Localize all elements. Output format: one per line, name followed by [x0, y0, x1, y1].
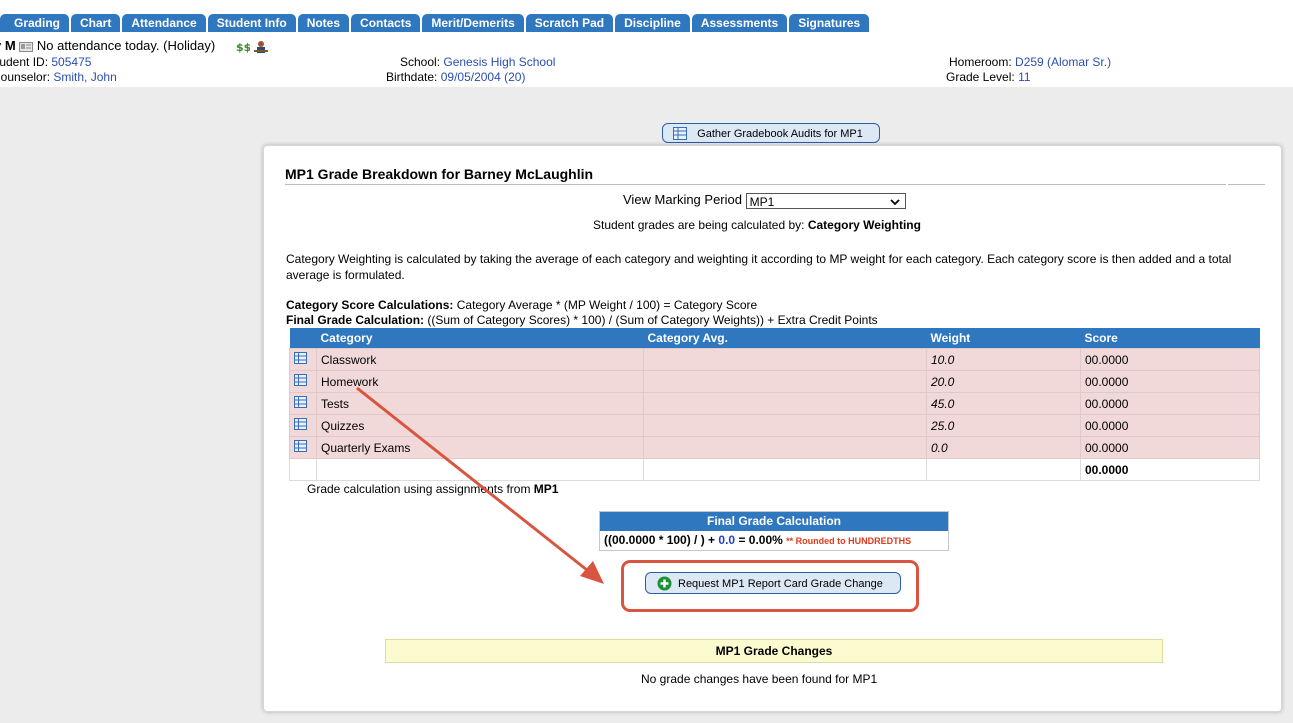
category-weight: 10.0 [926, 348, 1081, 371]
category-table: Category Category Avg. Weight Score Clas… [289, 328, 1260, 481]
school-value: Genesis High School [443, 55, 556, 69]
tab-strip: Grading Chart Attendance Student Info No… [0, 14, 871, 32]
attendance-line: y M No attendance today. (Holiday) $$ [0, 38, 269, 54]
chevron-down-icon [889, 198, 900, 205]
col-category-avg: Category Avg. [643, 328, 927, 349]
grade-level-line: Grade Level: 11 [946, 70, 1031, 84]
gather-audits-button[interactable]: Gather Gradebook Audits for MP1 [662, 123, 880, 143]
title-divider-tail [1228, 184, 1265, 185]
student-info-bar: y M No attendance today. (Holiday) $$ tu… [0, 32, 1293, 87]
category-avg [643, 348, 927, 371]
category-name: Classwork [316, 348, 644, 371]
tab-notes[interactable]: Notes [297, 14, 350, 32]
final-grade-calculation: Final Grade Calculation ((00.0000 * 100)… [599, 511, 949, 551]
tab-bar: Grading Chart Attendance Student Info No… [0, 0, 1293, 32]
category-weight: 0.0 [926, 436, 1081, 459]
category-score: 00.0000 [1080, 348, 1260, 371]
category-avg [643, 370, 927, 393]
calculation-method-value: Category Weighting [807, 218, 921, 232]
tab-student-info[interactable]: Student Info [207, 14, 296, 32]
final-grade-header: Final Grade Calculation [600, 512, 948, 531]
col-score: Score [1080, 328, 1260, 349]
grade-changes-empty: No grade changes have been found for MP1 [641, 672, 878, 686]
category-detail-icon[interactable] [289, 414, 317, 437]
category-detail-icon[interactable] [289, 370, 317, 393]
category-weight: 25.0 [926, 414, 1081, 437]
tab-discipline[interactable]: Discipline [615, 14, 690, 32]
tab-attendance[interactable]: Attendance [122, 14, 206, 32]
svg-text:$$: $$ [236, 41, 250, 53]
category-name: Quarterly Exams [316, 436, 644, 459]
page-title: MP1 Grade Breakdown for Barney McLaughli… [285, 166, 594, 182]
homeroom-line: Homeroom: D259 (Alomar Sr.) [949, 55, 1112, 69]
birthdate-line: Birthdate: 09/05/2004 (20) [386, 70, 526, 84]
student-id-line: tudent ID: 505475 [0, 55, 92, 69]
calculation-method: Student grades are being calculated by: … [593, 218, 921, 232]
tab-contacts[interactable]: Contacts [351, 14, 421, 32]
category-name: Tests [316, 392, 644, 415]
total-row: 00.0000 [289, 458, 1260, 481]
category-avg [643, 436, 927, 459]
final-grade-formula: Final Grade Calculation: ((Sum of Catego… [286, 313, 878, 327]
extra-credit-value: 0.0 [718, 533, 736, 547]
category-weight: 45.0 [926, 392, 1081, 415]
attendance-status: No attendance today. (Holiday) [36, 38, 216, 53]
teacher-icon[interactable] [254, 40, 269, 54]
request-grade-change-label: Request MP1 Report Card Grade Change [678, 578, 883, 590]
school-line: School: Genesis High School [400, 55, 556, 69]
tab-chart[interactable]: Chart [71, 14, 121, 32]
total-score: 00.0000 [1080, 458, 1260, 481]
request-grade-change-button[interactable]: Request MP1 Report Card Grade Change [645, 572, 901, 594]
title-divider [285, 184, 1226, 185]
category-score: 00.0000 [1080, 414, 1260, 437]
table-row: Homework 20.0 00.0000 [289, 370, 1260, 393]
category-detail-icon[interactable] [289, 436, 317, 459]
gradebook-icon [673, 127, 687, 140]
grade-level-value: 11 [1018, 70, 1031, 84]
marking-period-label: View Marking Period [623, 192, 742, 207]
counselor-value[interactable]: Smith, John [53, 70, 116, 84]
category-name: Homework [316, 370, 644, 393]
category-detail-icon[interactable] [289, 392, 317, 415]
col-weight: Weight [926, 328, 1081, 349]
assignments-source: Grade calculation using assignments from… [307, 482, 559, 496]
tab-merit-demerits[interactable]: Merit/Demerits [422, 14, 524, 32]
homeroom-value[interactable]: D259 (Alomar Sr.) [1015, 55, 1111, 69]
grade-changes-header: MP1 Grade Changes [385, 639, 1163, 663]
student-name: y M [0, 38, 16, 53]
money-icon[interactable]: $$ [236, 41, 250, 53]
category-score: 00.0000 [1080, 370, 1260, 393]
plus-circle-icon [657, 576, 672, 591]
category-score-formula: Category Score Calculations: Category Av… [286, 298, 758, 312]
tab-scratch-pad[interactable]: Scratch Pad [525, 14, 614, 32]
final-grade-result: = 0.00% [738, 533, 783, 547]
marking-period-select[interactable]: MP1 [745, 192, 906, 209]
tab-signatures[interactable]: Signatures [789, 14, 870, 32]
category-weight: 20.0 [926, 370, 1081, 393]
category-score: 00.0000 [1080, 392, 1260, 415]
gather-audits-label: Gather Gradebook Audits for MP1 [697, 128, 863, 140]
student-id-value: 505475 [51, 55, 92, 69]
category-avg [643, 414, 927, 437]
birthdate-value: 09/05/2004 (20) [440, 70, 526, 84]
counselor-line: Counselor: Smith, John [0, 70, 117, 84]
tab-assessments[interactable]: Assessments [691, 14, 788, 32]
weighting-description: Category Weighting is calculated by taki… [286, 252, 1232, 282]
col-category: Category [316, 328, 644, 349]
category-name: Quizzes [316, 414, 644, 437]
rounding-note: ** Rounded to HUNDREDTHS [786, 536, 912, 546]
table-row: Quizzes 25.0 00.0000 [289, 414, 1260, 437]
marking-period-row: View Marking Period MP1 [623, 192, 906, 209]
final-grade-expression: ((00.0000 * 100) / ) + 0.0 = 0.00% ** Ro… [604, 533, 912, 547]
id-card-icon [19, 41, 34, 52]
grade-breakdown-panel: MP1 Grade Breakdown for Barney McLaughli… [263, 145, 1282, 712]
table-row: Classwork 10.0 00.0000 [289, 348, 1260, 371]
category-detail-icon[interactable] [289, 348, 317, 371]
category-score: 00.0000 [1080, 436, 1260, 459]
table-row: Quarterly Exams 0.0 00.0000 [289, 436, 1260, 459]
table-row: Tests 45.0 00.0000 [289, 392, 1260, 415]
tab-grading[interactable]: Grading [0, 14, 70, 32]
category-avg [643, 392, 927, 415]
